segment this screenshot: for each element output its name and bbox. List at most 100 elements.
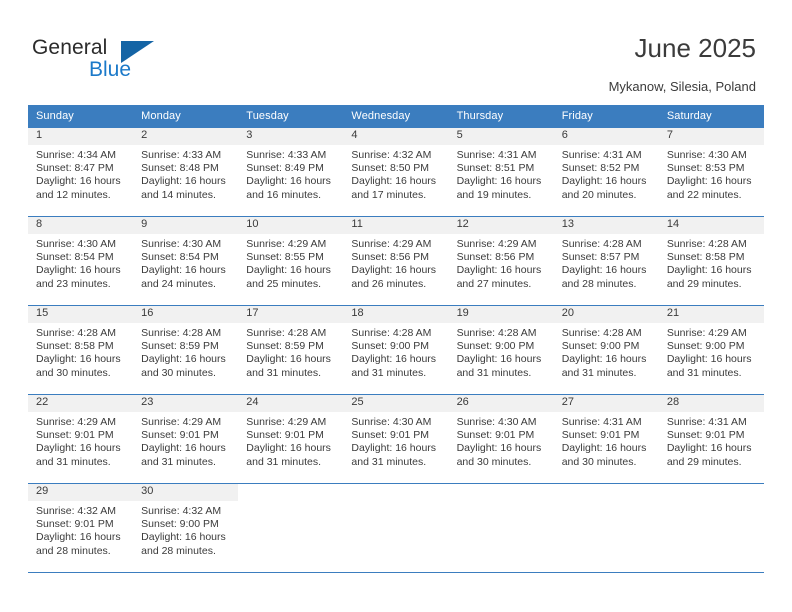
sunset-time: Sunset: 9:01 PM	[666, 429, 745, 442]
daylight-duration-line1: Daylight: 16 hours	[36, 531, 121, 544]
sunset-time: Sunset: 8:52 PM	[561, 162, 640, 175]
sunrise-time: Sunrise: 4:28 AM	[561, 327, 642, 339]
day-cell-content: 25 Sunrise: 4:30 AM Sunset: 9:01 PM Dayligh…	[343, 394, 449, 483]
calendar-bottom-rule	[28, 572, 764, 573]
day-details: Sunrise: 4:30 AM Sunset: 8:53 PM Daylight:…	[659, 145, 764, 202]
calendar-day-cell[interactable]: 30 Sunrise: 4:32 AM Sunset: 9:00 PM Dayligh…	[133, 483, 239, 572]
daylight-duration-line2: and 31 minutes.	[666, 366, 742, 379]
sunrise-time: Sunrise: 4:30 AM	[456, 416, 537, 428]
sunset-time: Sunset: 9:00 PM	[456, 340, 535, 353]
calendar-day-cell[interactable]: 29 Sunrise: 4:32 AM Sunset: 9:01 PM Dayligh…	[28, 483, 134, 572]
daylight-duration-line2: and 29 minutes.	[666, 455, 742, 468]
sunrise-time: Sunrise: 4:33 AM	[141, 149, 222, 161]
day-number	[658, 484, 764, 501]
calendar-day-cell[interactable]: 22 Sunrise: 4:29 AM Sunset: 9:01 PM Dayligh…	[28, 394, 134, 483]
daylight-duration-line1: Daylight: 16 hours	[246, 442, 331, 455]
day-cell-content: 10 Sunrise: 4:29 AM Sunset: 8:55 PM Dayligh…	[238, 216, 344, 305]
daylight-duration-line2: and 14 minutes.	[141, 188, 216, 201]
weekday-header-saturday: Saturday	[658, 105, 764, 127]
calendar-day-cell[interactable]: 25 Sunrise: 4:30 AM Sunset: 9:01 PM Dayligh…	[343, 394, 449, 483]
calendar-day-cell[interactable]: 9 Sunrise: 4:30 AM Sunset: 8:54 PM Daylight…	[133, 216, 239, 305]
daylight-duration-line2: and 30 minutes.	[561, 455, 637, 468]
day-number: 4	[343, 128, 449, 145]
sunrise-time: Sunrise: 4:28 AM	[666, 238, 747, 250]
day-cell-content: 12 Sunrise: 4:29 AM Sunset: 8:56 PM Dayligh…	[448, 216, 554, 305]
day-cell-empty	[658, 483, 764, 572]
general-blue-logo[interactable]: General Blue	[32, 36, 162, 82]
calendar-day-cell[interactable]: 28 Sunrise: 4:31 AM Sunset: 9:01 PM Dayligh…	[658, 394, 764, 483]
day-number: 18	[343, 306, 449, 323]
sunset-time: Sunset: 8:47 PM	[36, 162, 114, 175]
day-details: Sunrise: 4:29 AM Sunset: 8:55 PM Daylight:…	[238, 234, 343, 291]
day-details: Sunrise: 4:28 AM Sunset: 8:57 PM Daylight:…	[554, 234, 659, 291]
sunrise-time: Sunrise: 4:30 AM	[351, 416, 432, 428]
logo-text-general: General	[32, 36, 108, 59]
day-number	[553, 484, 659, 501]
day-cell-content: 27 Sunrise: 4:31 AM Sunset: 9:01 PM Dayligh…	[553, 394, 659, 483]
day-number: 24	[238, 395, 344, 412]
sunset-time: Sunset: 9:01 PM	[561, 429, 640, 442]
calendar-day-cell[interactable]: 1 Sunrise: 4:34 AM Sunset: 8:47 PM Daylight…	[28, 127, 134, 216]
calendar-week-row: 1 Sunrise: 4:34 AM Sunset: 8:47 PM Daylight…	[28, 127, 764, 216]
day-details: Sunrise: 4:29 AM Sunset: 9:01 PM Daylight:…	[28, 412, 133, 469]
weekday-header-friday: Friday	[553, 105, 659, 127]
daylight-duration-line1: Daylight: 16 hours	[351, 175, 437, 188]
calendar-day-cell[interactable]: 27 Sunrise: 4:31 AM Sunset: 9:01 PM Dayligh…	[553, 394, 659, 483]
sunrise-time: Sunrise: 4:31 AM	[456, 149, 537, 161]
daylight-duration-line1: Daylight: 16 hours	[141, 175, 226, 188]
calendar-day-cell[interactable]: 24 Sunrise: 4:29 AM Sunset: 9:01 PM Dayligh…	[238, 394, 344, 483]
day-cell-content: 19 Sunrise: 4:28 AM Sunset: 9:00 PM Dayligh…	[448, 305, 554, 394]
sunset-time: Sunset: 8:55 PM	[246, 251, 324, 264]
calendar-day-cell[interactable]: 15 Sunrise: 4:28 AM Sunset: 8:58 PM Dayligh…	[28, 305, 134, 394]
day-number: 11	[343, 217, 449, 234]
calendar-day-cell[interactable]: 5 Sunrise: 4:31 AM Sunset: 8:51 PM Daylight…	[448, 127, 554, 216]
day-cell-content: 7 Sunrise: 4:30 AM Sunset: 8:53 PM Daylight…	[658, 127, 764, 216]
day-cell-content: 9 Sunrise: 4:30 AM Sunset: 8:54 PM Daylight…	[133, 216, 239, 305]
calendar-day-cell[interactable]: 10 Sunrise: 4:29 AM Sunset: 8:55 PM Dayligh…	[238, 216, 344, 305]
page-header: General Blue June 2025 Mykanow, Silesia,…	[0, 0, 792, 100]
calendar-day-cell[interactable]: 2 Sunrise: 4:33 AM Sunset: 8:48 PM Daylight…	[133, 127, 239, 216]
day-details: Sunrise: 4:31 AM Sunset: 9:01 PM Daylight:…	[659, 412, 764, 469]
day-number: 5	[448, 128, 554, 145]
calendar-day-cell[interactable]: 7 Sunrise: 4:30 AM Sunset: 8:53 PM Daylight…	[658, 127, 764, 216]
calendar-day-cell[interactable]: 21 Sunrise: 4:29 AM Sunset: 9:00 PM Dayligh…	[658, 305, 764, 394]
calendar-day-cell	[238, 483, 344, 572]
day-cell-content: 3 Sunrise: 4:33 AM Sunset: 8:49 PM Daylight…	[238, 127, 344, 216]
calendar-day-cell[interactable]: 4 Sunrise: 4:32 AM Sunset: 8:50 PM Daylight…	[343, 127, 449, 216]
calendar-day-cell[interactable]: 6 Sunrise: 4:31 AM Sunset: 8:52 PM Daylight…	[553, 127, 659, 216]
calendar-body: 1 Sunrise: 4:34 AM Sunset: 8:47 PM Daylight…	[28, 127, 764, 572]
day-cell-content: 28 Sunrise: 4:31 AM Sunset: 9:01 PM Dayligh…	[658, 394, 764, 483]
calendar-day-cell[interactable]: 13 Sunrise: 4:28 AM Sunset: 8:57 PM Dayligh…	[553, 216, 659, 305]
daylight-duration-line1: Daylight: 16 hours	[666, 175, 752, 188]
sunrise-time: Sunrise: 4:34 AM	[36, 149, 116, 161]
sunrise-time: Sunrise: 4:32 AM	[36, 505, 116, 517]
daylight-duration-line1: Daylight: 16 hours	[141, 531, 226, 544]
calendar-day-cell[interactable]: 14 Sunrise: 4:28 AM Sunset: 8:58 PM Dayligh…	[658, 216, 764, 305]
day-number: 30	[133, 484, 239, 501]
calendar-day-cell[interactable]: 20 Sunrise: 4:28 AM Sunset: 9:00 PM Dayligh…	[553, 305, 659, 394]
day-number: 8	[28, 217, 134, 234]
day-number: 7	[658, 128, 764, 145]
calendar-day-cell[interactable]: 17 Sunrise: 4:28 AM Sunset: 8:59 PM Dayligh…	[238, 305, 344, 394]
sunset-time: Sunset: 9:01 PM	[36, 429, 114, 442]
day-number: 9	[133, 217, 239, 234]
day-details: Sunrise: 4:29 AM Sunset: 8:56 PM Daylight:…	[343, 234, 448, 291]
daylight-duration-line1: Daylight: 16 hours	[36, 175, 121, 188]
day-number	[448, 484, 554, 501]
calendar-day-cell[interactable]: 3 Sunrise: 4:33 AM Sunset: 8:49 PM Daylight…	[238, 127, 344, 216]
day-details: Sunrise: 4:32 AM Sunset: 9:01 PM Daylight:…	[28, 501, 133, 558]
calendar-day-cell[interactable]: 18 Sunrise: 4:28 AM Sunset: 9:00 PM Dayligh…	[343, 305, 449, 394]
day-number: 29	[28, 484, 134, 501]
calendar-day-cell[interactable]: 19 Sunrise: 4:28 AM Sunset: 9:00 PM Dayligh…	[448, 305, 554, 394]
calendar-day-cell[interactable]: 23 Sunrise: 4:29 AM Sunset: 9:01 PM Dayligh…	[133, 394, 239, 483]
sunset-time: Sunset: 8:50 PM	[351, 162, 430, 175]
day-details: Sunrise: 4:31 AM Sunset: 9:01 PM Daylight:…	[554, 412, 659, 469]
calendar-day-cell[interactable]: 16 Sunrise: 4:28 AM Sunset: 8:59 PM Dayligh…	[133, 305, 239, 394]
calendar-day-cell[interactable]: 11 Sunrise: 4:29 AM Sunset: 8:56 PM Dayligh…	[343, 216, 449, 305]
day-details: Sunrise: 4:32 AM Sunset: 9:00 PM Daylight:…	[133, 501, 238, 558]
calendar-day-cell[interactable]: 12 Sunrise: 4:29 AM Sunset: 8:56 PM Dayligh…	[448, 216, 554, 305]
calendar-day-cell[interactable]: 26 Sunrise: 4:30 AM Sunset: 9:01 PM Dayligh…	[448, 394, 554, 483]
daylight-duration-line2: and 24 minutes.	[141, 277, 216, 290]
logo-text-blue: Blue	[89, 58, 132, 81]
calendar-day-cell[interactable]: 8 Sunrise: 4:30 AM Sunset: 8:54 PM Daylight…	[28, 216, 134, 305]
